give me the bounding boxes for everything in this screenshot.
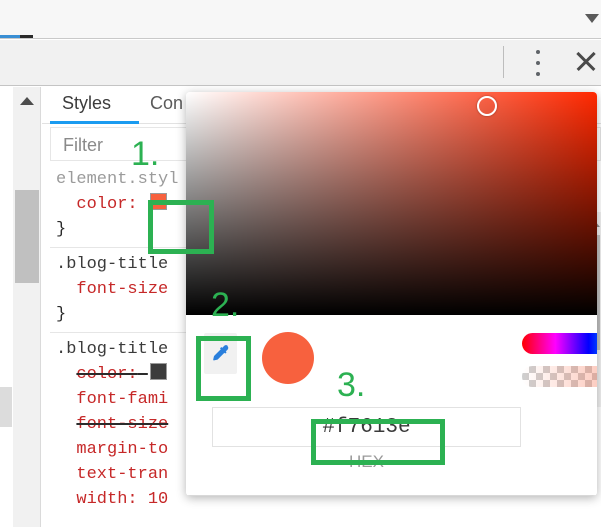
css-property[interactable]: font-fami: [76, 390, 168, 409]
css-property[interactable]: font-size: [76, 280, 168, 299]
alpha-slider[interactable]: [522, 366, 597, 387]
hex-input-field[interactable]: #f7613e: [212, 407, 521, 447]
color-picker-controls: #f7613e HEX: [186, 315, 597, 496]
saturation-value-cursor[interactable]: [477, 96, 497, 116]
saturation-value-area[interactable]: [186, 92, 597, 315]
css-property[interactable]: margin-to: [76, 440, 168, 459]
kebab-menu-icon[interactable]: [531, 50, 545, 76]
color-format-label[interactable]: HEX: [212, 452, 521, 472]
left-gutter: [0, 87, 12, 527]
tree-scrollbar[interactable]: [13, 87, 41, 527]
css-property[interactable]: text-tran: [76, 465, 168, 484]
hue-slider[interactable]: [522, 333, 597, 354]
browser-page-strip: [0, 0, 601, 39]
color-picker-popup: #f7613e HEX: [186, 92, 597, 496]
css-selector: element.styl: [56, 170, 179, 189]
css-property[interactable]: color:: [76, 365, 137, 384]
eyedropper-icon[interactable]: [204, 333, 237, 374]
tab-styles[interactable]: Styles: [62, 93, 111, 114]
gutter-scroll-thumb[interactable]: [0, 387, 12, 427]
css-selector: .blog-title: [56, 340, 169, 359]
css-selector: .blog-title: [56, 255, 169, 274]
hex-input-value: #f7613e: [322, 415, 411, 439]
devtools-toolbar: [0, 40, 601, 86]
css-property[interactable]: font-size: [76, 415, 168, 434]
color-swatch[interactable]: [149, 363, 167, 380]
color-preview-circle: [262, 332, 314, 384]
devtools-screenshot: Styles Con Filter element.styl color: } …: [0, 0, 601, 527]
scroll-down-arrow-icon[interactable]: [585, 14, 599, 23]
css-property[interactable]: width: 10: [76, 490, 168, 509]
color-swatch[interactable]: [149, 193, 167, 210]
tab-computed[interactable]: Con: [150, 93, 183, 114]
eyedropper-glyph: [212, 344, 228, 360]
active-tab-underline: [50, 121, 139, 124]
scrollbar-thumb[interactable]: [15, 190, 39, 283]
close-icon[interactable]: [572, 47, 600, 75]
css-property[interactable]: color:: [76, 195, 137, 214]
scroll-up-arrow-icon[interactable]: [19, 97, 34, 105]
picker-footer-divider: [186, 495, 597, 496]
page-progress-indicator-dark: [20, 35, 33, 38]
toolbar-divider: [503, 46, 504, 78]
filter-placeholder: Filter: [63, 135, 103, 155]
